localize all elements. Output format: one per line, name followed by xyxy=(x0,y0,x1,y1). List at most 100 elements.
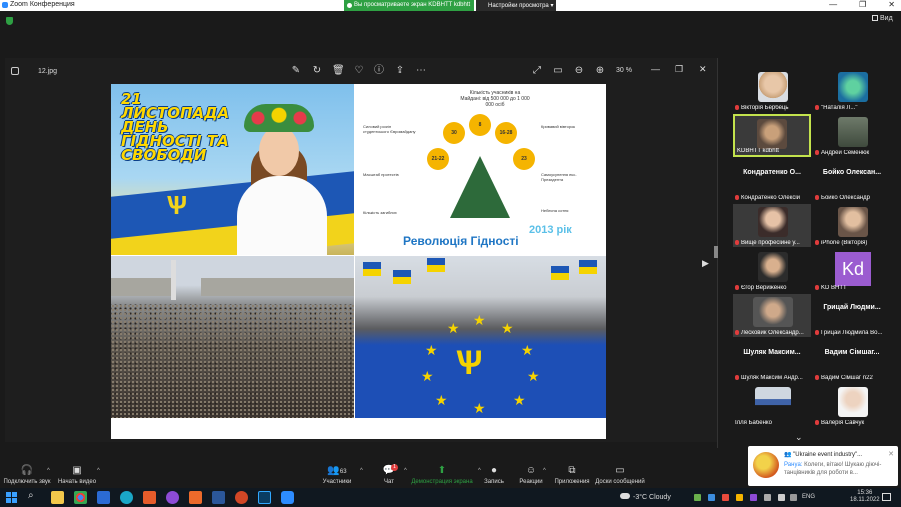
panel-resize-handle[interactable] xyxy=(714,246,718,258)
favorite-icon[interactable]: ♡ xyxy=(353,65,365,77)
system-clock[interactable]: 15:36 18.11.2022 xyxy=(850,490,880,504)
viewer-close-icon[interactable]: ✕ xyxy=(699,64,707,75)
powerpoint-icon[interactable] xyxy=(235,491,248,504)
notification-title-text: "Ukraine event industry"... xyxy=(793,452,863,458)
participant-tile[interactable]: Ілля Бабенко xyxy=(733,384,811,427)
more-icon[interactable]: ⋯ xyxy=(415,65,427,77)
mic-muted-icon xyxy=(815,240,819,245)
independence-column xyxy=(171,260,176,300)
file-explorer-icon[interactable] xyxy=(51,491,64,504)
participant-tile[interactable]: KDBHTT kdbhtt xyxy=(733,114,811,157)
participant-display-name: Вадим Сімшаг... xyxy=(824,349,880,356)
group-chat-icon: 👥 xyxy=(784,452,794,458)
participant-name: Вікторія Бербець xyxy=(741,105,789,111)
zoom-in-icon[interactable]: ⊕ xyxy=(594,65,606,77)
view-settings-button[interactable]: Настройки просмотра ▾ xyxy=(476,0,556,11)
participant-display-name: Грицай Людми... xyxy=(823,304,881,311)
close-icon[interactable]: ✕ xyxy=(888,450,894,458)
word-icon[interactable] xyxy=(212,491,225,504)
weather-widget[interactable]: -3°C Cloudy xyxy=(620,493,671,501)
zoom-out-icon[interactable]: ⊖ xyxy=(573,65,585,77)
participant-tile[interactable]: Kd KD ВНТТ xyxy=(813,249,891,292)
outlook-icon[interactable] xyxy=(97,491,110,504)
viber-icon[interactable] xyxy=(166,491,179,504)
participant-tile[interactable]: Вадим Сімшаг... Вадим Сімшаг n22 xyxy=(813,339,891,382)
edge-icon[interactable] xyxy=(120,491,133,504)
video-options-caret[interactable]: ^ xyxy=(97,468,100,474)
app-icon[interactable] xyxy=(189,491,202,504)
photo-viewer-toolbar: 12.jpg ✎ ↻ 🗑 ♡ ⓘ ⇪ ⋯ ⤢ ▭ ⊖ ⊕ 30 % — ❐ ✕ xyxy=(5,58,718,84)
info-icon[interactable]: ⓘ xyxy=(373,65,385,77)
chat-notification[interactable]: 👥 "Ukraine event industry"... Ранya: Кол… xyxy=(748,446,898,486)
participant-tile[interactable]: Шуляк Максим... Шуляк Максим Андр... xyxy=(733,339,811,382)
share-icon[interactable]: ⇪ xyxy=(394,65,406,77)
gallery-icon[interactable] xyxy=(11,67,19,75)
participant-tile[interactable]: Грицай Людми... Грицай Людмила Во... xyxy=(813,294,891,337)
office-icon[interactable] xyxy=(143,491,156,504)
participant-tile[interactable]: Бойко Олексан... Бойко Олександр xyxy=(813,159,891,202)
rotate-icon[interactable]: ↻ xyxy=(311,65,323,77)
chrome-icon[interactable] xyxy=(74,491,87,504)
participants-options-caret[interactable]: ^ xyxy=(360,468,363,474)
tray-app-icon[interactable] xyxy=(694,494,701,501)
ukraine-flag xyxy=(551,266,569,280)
mic-muted-icon xyxy=(815,150,819,155)
tray-app-icon[interactable] xyxy=(708,494,715,501)
whiteboards-button[interactable]: ▭ Доски сообщений xyxy=(585,465,655,486)
participant-tile[interactable]: Вище професійне у... xyxy=(733,204,811,247)
battery-icon[interactable] xyxy=(790,494,797,501)
chevron-down-icon[interactable]: ⌄ xyxy=(795,432,803,443)
reactions-options-caret[interactable]: ^ xyxy=(543,468,546,474)
infographic-fact: Масштаб протестів xyxy=(363,172,399,177)
ukraine-flag xyxy=(579,260,597,274)
participant-tile[interactable]: Вікторія Бербець xyxy=(733,69,811,112)
encryption-shield-icon[interactable] xyxy=(6,17,13,25)
avatar xyxy=(838,117,868,147)
windows-start-icon[interactable] xyxy=(6,492,17,503)
viewer-restore-icon[interactable]: ❐ xyxy=(675,64,683,75)
whiteboard-icon: ▭ xyxy=(615,465,625,476)
volume-icon[interactable] xyxy=(778,494,785,501)
minimize-icon[interactable]: — xyxy=(829,0,837,9)
participant-name: Валерія Савчук xyxy=(821,420,865,426)
audio-options-caret[interactable]: ^ xyxy=(47,468,50,474)
share-options-caret[interactable]: ^ xyxy=(478,468,481,474)
app-title: Zoom Конференция xyxy=(10,1,75,8)
viewer-minimize-icon[interactable]: — xyxy=(651,64,660,74)
participant-tile[interactable]: Лесковик Олександр... xyxy=(733,294,811,337)
expand-icon[interactable]: ⤢ xyxy=(531,65,543,77)
participant-tile[interactable]: Андрей Семенюк xyxy=(813,114,891,157)
participant-tile[interactable]: iPhone (Вікторія) xyxy=(813,204,891,247)
notification-title: 👥 "Ukraine event industry"... xyxy=(784,451,894,458)
windows-taskbar: ⌕ -3°C Cloudy ENG 15:36 18.11.2022 xyxy=(0,488,901,507)
tray-app-icon[interactable] xyxy=(722,494,729,501)
input-language[interactable]: ENG xyxy=(802,494,815,500)
participant-display-name: Кондратенко О... xyxy=(743,169,801,176)
avatar xyxy=(755,387,791,417)
tray-app-icon[interactable] xyxy=(750,494,757,501)
slideshow-icon[interactable]: ▭ xyxy=(552,65,564,77)
view-button[interactable]: Вид xyxy=(872,15,893,22)
participant-tile[interactable]: Кондратенко О... Кондратенко Олексій xyxy=(733,159,811,202)
chevron-right-icon[interactable]: ▶ xyxy=(702,258,709,269)
delete-icon[interactable]: 🗑 xyxy=(332,65,345,77)
start-video-button[interactable]: ▣ Начать видео xyxy=(42,466,112,486)
participant-tile[interactable]: "Наталія Л..." xyxy=(813,69,891,112)
edit-icon[interactable]: ✎ xyxy=(290,65,302,77)
network-icon[interactable] xyxy=(764,494,771,501)
grid-view-icon xyxy=(872,15,878,21)
zoom-app-icon xyxy=(2,2,8,8)
notification-center-icon[interactable] xyxy=(882,493,891,501)
mic-muted-icon xyxy=(815,105,819,110)
photoshop-icon[interactable] xyxy=(258,491,271,504)
participant-tile[interactable]: Єгор Вериженко xyxy=(733,249,811,292)
maximize-icon[interactable]: ❐ xyxy=(859,0,866,9)
participant-tile[interactable]: Валерія Савчук xyxy=(813,384,891,427)
zoom-taskbar-icon[interactable] xyxy=(281,491,294,504)
participant-display-name: Шуляк Максим... xyxy=(743,349,801,356)
tray-app-icon[interactable] xyxy=(736,494,743,501)
chat-options-caret[interactable]: ^ xyxy=(404,468,407,474)
close-icon[interactable]: ✕ xyxy=(888,0,895,9)
search-icon[interactable]: ⌕ xyxy=(28,490,41,503)
infographic-circle: 30 xyxy=(443,122,465,144)
